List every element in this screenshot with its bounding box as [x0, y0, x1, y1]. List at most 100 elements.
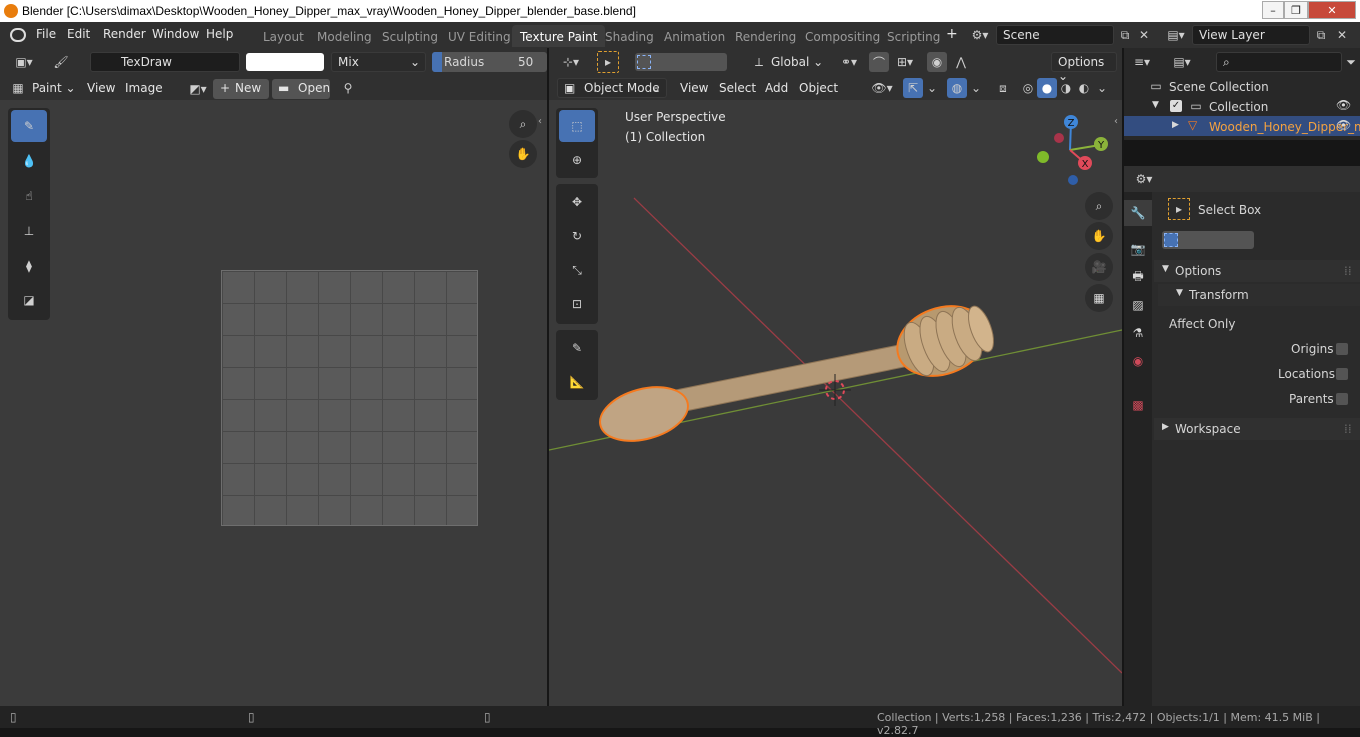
shading-dropdown-icon[interactable]: ⌄ — [1095, 78, 1109, 98]
move-tool[interactable]: ✥ — [559, 186, 595, 218]
expand-collection-icon[interactable]: ▼ — [1152, 100, 1159, 110]
tab-modeling[interactable]: Modeling — [309, 25, 380, 47]
outliner-search-field[interactable]: ⌕ — [1216, 52, 1342, 72]
tab-compositing[interactable]: Compositing — [797, 25, 888, 47]
rotate-tool[interactable]: ↻ — [559, 220, 595, 252]
collection-checkbox[interactable]: ✓ — [1170, 100, 1182, 112]
origins-checkbox[interactable] — [1336, 343, 1348, 355]
ortho-toggle-icon[interactable]: ▦ — [1085, 284, 1113, 312]
view-layer-browse-icon[interactable]: ▤▾ — [1162, 26, 1190, 44]
solid-shading-icon[interactable]: ● — [1037, 78, 1057, 98]
menu-file[interactable]: File — [36, 27, 56, 41]
outliner-editor-type-icon[interactable]: ≡▾ — [1128, 52, 1156, 72]
falloff-icon[interactable]: ⋀ — [949, 52, 973, 72]
menu-render[interactable]: Render — [103, 27, 146, 41]
wireframe-shading-icon[interactable]: ◎ — [1019, 78, 1037, 98]
overlays-toggle-icon[interactable]: ◍ — [947, 78, 967, 98]
transform-orientation-icon[interactable]: ⟂ — [749, 52, 769, 72]
new-image-button[interactable]: + New — [213, 79, 269, 99]
viewport-sidebar-toggle-icon[interactable]: ‹ — [1114, 116, 1118, 127]
menu-help[interactable]: Help — [206, 27, 233, 41]
image-browse-icon[interactable]: ◩▾ — [183, 79, 213, 99]
snap-target-icon[interactable]: ⊞▾ — [891, 52, 919, 72]
selection-mode-new[interactable] — [1164, 233, 1178, 247]
texture-tab[interactable]: ▩ — [1124, 392, 1152, 418]
menu-edit[interactable]: Edit — [67, 27, 90, 41]
object-mode-dropdown[interactable]: ▣ Object Mode ⌄ — [557, 78, 667, 98]
eye-icon[interactable]: 👁 — [1336, 98, 1351, 112]
sidebar-toggle-icon[interactable]: ‹ — [538, 116, 542, 127]
scale-tool[interactable]: ⤡ — [559, 254, 595, 286]
scene-browse-icon[interactable]: ⚙▾ — [966, 26, 994, 44]
locations-checkbox[interactable] — [1336, 368, 1348, 380]
expand-object-icon[interactable]: ▶ — [1172, 120, 1179, 130]
viewport-options-dropdown[interactable]: Options ⌄ — [1051, 52, 1117, 83]
orientation-dropdown[interactable]: Global ⌄ — [771, 55, 823, 69]
scene-name-field[interactable]: Scene — [996, 25, 1114, 45]
smear-tool[interactable]: ☝ — [11, 180, 47, 212]
open-image-button[interactable]: ▬ Open — [272, 79, 330, 99]
tab-texture-paint[interactable]: Texture Paint — [512, 25, 606, 47]
mask-tool[interactable]: ◪ — [11, 284, 47, 316]
delete-scene-icon[interactable]: ✕ — [1136, 26, 1152, 44]
brush-icon[interactable]: 🖌 — [48, 52, 74, 72]
clone-tool[interactable]: ⊥ — [11, 215, 47, 247]
tab-uv-editing[interactable]: UV Editing — [440, 25, 519, 47]
pan-hand-icon[interactable]: ✋ — [509, 140, 537, 168]
viewport-menu-select[interactable]: Select — [719, 81, 756, 95]
paint-mode-dropdown[interactable]: Paint ⌄ — [32, 81, 76, 95]
pan-hand-icon[interactable]: ✋ — [1085, 222, 1113, 250]
select-tool-icon[interactable]: ▸ — [597, 51, 619, 73]
navigation-gizmo[interactable]: Z Y X — [1030, 110, 1120, 190]
view-layer-field[interactable]: View Layer — [1192, 25, 1310, 45]
transform-label[interactable]: Transform — [1189, 288, 1249, 302]
viewport-menu-object[interactable]: Object — [799, 81, 838, 95]
properties-editor-type-icon[interactable]: ⚙▾ — [1130, 169, 1158, 189]
tab-sculpting[interactable]: Sculpting — [374, 25, 446, 47]
collection-label[interactable]: Collection — [1209, 100, 1268, 114]
minimize-button[interactable]: – — [1262, 1, 1284, 19]
tool-settings-tab[interactable]: 🔧 — [1124, 200, 1152, 226]
material-shading-icon[interactable]: ◑ — [1057, 78, 1075, 98]
workspace-label[interactable]: Workspace — [1175, 422, 1241, 436]
snap-icon[interactable]: ⌒ — [869, 52, 889, 72]
soften-tool[interactable]: 💧 — [11, 145, 47, 177]
camera-view-icon[interactable]: 🎥 — [1085, 253, 1113, 281]
viewport-menu-view[interactable]: View — [680, 81, 708, 95]
brush-name-field[interactable]: TexDraw — [90, 52, 240, 72]
scene-tab[interactable]: ⚗ — [1124, 320, 1152, 346]
new-view-layer-icon[interactable]: ⧉ — [1312, 26, 1330, 44]
radius-slider[interactable]: Radius 50 px — [432, 52, 547, 72]
proportional-edit-icon[interactable]: ◉ — [927, 52, 947, 72]
drag-handle-icon[interactable]: ⁞⁞ — [1344, 264, 1352, 278]
pin-icon[interactable]: ⚲ — [340, 80, 356, 96]
outliner[interactable]: ≡▾ ▤▾ ⌕ ⏷ ▭ Scene Collection ▼ ✓ ▭ Colle… — [1124, 48, 1360, 140]
render-tab[interactable]: 📷 — [1124, 236, 1152, 262]
cursor-tool[interactable]: ⊕ — [559, 144, 595, 176]
transform-pivot-icon[interactable]: ⊹▾ — [557, 52, 585, 72]
annotate-tool[interactable]: ✎ — [559, 332, 595, 364]
drag-handle-icon[interactable]: ⁞⁞ — [1344, 422, 1352, 436]
snap-pivot-icon[interactable]: ⚭▾ — [835, 52, 863, 72]
zoom-icon[interactable]: ⌕ — [509, 110, 537, 138]
draw-tool[interactable]: ✎ — [11, 110, 47, 142]
visibility-icon[interactable]: 👁▾ — [867, 78, 897, 98]
image-menu-view[interactable]: View — [87, 81, 115, 95]
fill-tool[interactable]: ⧫ — [11, 250, 47, 282]
output-tab[interactable]: 🖶 — [1124, 264, 1152, 290]
overlays-dropdown-icon[interactable]: ⌄ — [969, 78, 983, 98]
tab-rendering[interactable]: Rendering — [727, 25, 804, 47]
viewport-menu-add[interactable]: Add — [765, 81, 788, 95]
blender-menu-icon[interactable] — [10, 28, 26, 42]
filter-icon[interactable]: ⏷ — [1344, 52, 1358, 72]
eye-icon[interactable]: 👁 — [1336, 118, 1351, 132]
options-label[interactable]: Options — [1175, 264, 1221, 278]
add-workspace-button[interactable]: + — [946, 26, 958, 42]
editor-type-icon[interactable]: ▣▾ — [8, 52, 40, 72]
new-scene-icon[interactable]: ⧉ — [1116, 26, 1134, 44]
measure-tool[interactable]: 📐 — [559, 366, 595, 398]
brush-color-swatch[interactable] — [246, 53, 324, 71]
scene-collection-label[interactable]: Scene Collection — [1169, 80, 1269, 94]
delete-view-layer-icon[interactable]: ✕ — [1334, 26, 1350, 44]
world-tab[interactable]: ◉ — [1124, 348, 1152, 374]
